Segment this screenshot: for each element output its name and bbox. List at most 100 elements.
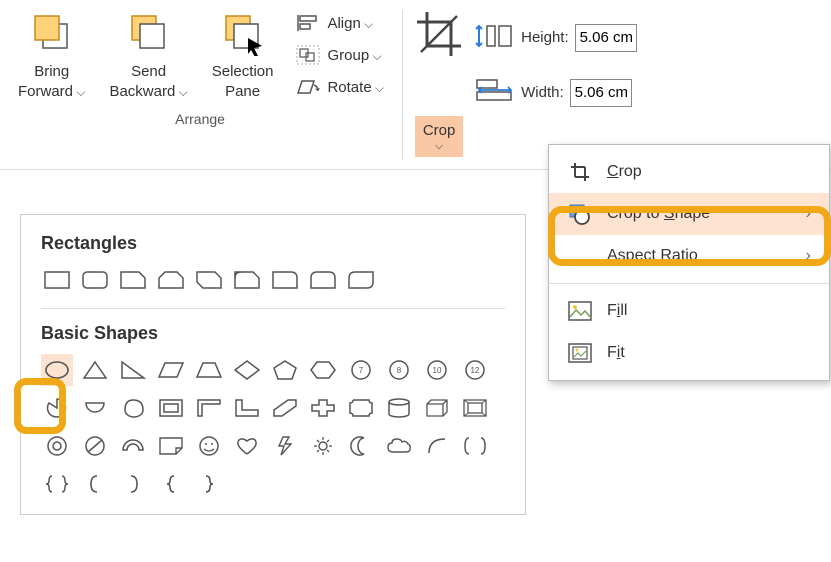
selection-pane-button[interactable]: Selection Pane <box>206 6 280 105</box>
shape-lightning-bolt[interactable] <box>269 430 301 462</box>
shape-diamond[interactable] <box>231 354 263 386</box>
shape-arc[interactable] <box>421 430 453 462</box>
menu-item-crop[interactable]: Crop <box>549 151 829 193</box>
width-label: Width: <box>521 84 564 101</box>
shape-chord[interactable] <box>79 392 111 424</box>
svg-text:8: 8 <box>397 366 402 375</box>
shape-heart[interactable] <box>231 430 263 462</box>
bring-forward-button[interactable]: Bring Forward <box>12 6 91 105</box>
send-backward-label: Send Backward <box>109 62 187 101</box>
shape-folded-corner[interactable] <box>155 430 187 462</box>
rotate-button[interactable]: Rotate <box>291 74 388 100</box>
shape-double-bracket[interactable] <box>459 430 491 462</box>
shape-can[interactable] <box>383 392 415 424</box>
shape-oval[interactable] <box>41 354 73 386</box>
shape-decagon[interactable]: 10 <box>421 354 453 386</box>
shape-rectangle[interactable] <box>41 264 73 296</box>
svg-text:12: 12 <box>471 366 480 375</box>
shape-octagon[interactable]: 8 <box>383 354 415 386</box>
shape-diagonal-stripe[interactable] <box>269 392 301 424</box>
shape-right-triangle[interactable] <box>117 354 149 386</box>
shape-rounded-rectangle[interactable] <box>79 264 111 296</box>
height-label: Height: <box>521 29 569 46</box>
shape-snip-round-single[interactable] <box>231 264 263 296</box>
send-backward-button[interactable]: Send Backward <box>103 6 193 105</box>
shape-plaque[interactable] <box>345 392 377 424</box>
crop-menu: Crop Crop to Shape › Aspect Ratio › Fill… <box>548 144 830 381</box>
shape-trapezoid[interactable] <box>193 354 225 386</box>
shape-left-brace[interactable] <box>155 468 187 500</box>
shape-block-arc[interactable] <box>117 430 149 462</box>
shape-cross[interactable] <box>307 392 339 424</box>
shape-pentagon[interactable] <box>269 354 301 386</box>
chevron-down-icon: ⌵ <box>435 140 443 153</box>
align-button[interactable]: Align <box>291 10 388 36</box>
shape-bevel[interactable] <box>459 392 491 424</box>
menu-item-crop-label: Crop <box>607 163 642 181</box>
shape-hexagon[interactable] <box>307 354 339 386</box>
shape-frame[interactable] <box>155 392 187 424</box>
shape-isoceles-triangle[interactable] <box>79 354 111 386</box>
shape-round-same-side[interactable] <box>307 264 339 296</box>
height-icon <box>473 22 515 53</box>
menu-item-fit[interactable]: Fit <box>549 332 829 374</box>
width-input[interactable] <box>570 79 632 107</box>
selection-pane-icon <box>220 10 266 56</box>
aspect-ratio-icon <box>567 245 593 267</box>
shape-parallelogram[interactable] <box>155 354 187 386</box>
shapes-gallery: Rectangles Basic Shapes 7 8 10 12 <box>20 214 526 515</box>
shape-round-single[interactable] <box>269 264 301 296</box>
submenu-arrow-icon: › <box>806 205 811 223</box>
shape-moon[interactable] <box>345 430 377 462</box>
shape-smiley-face[interactable] <box>193 430 225 462</box>
submenu-arrow-icon: › <box>806 247 811 265</box>
shape-snip-same-side[interactable] <box>155 264 187 296</box>
menu-separator <box>549 283 829 284</box>
shape-cloud[interactable] <box>383 430 415 462</box>
crop-split-button[interactable]: Crop ⌵ <box>415 116 464 157</box>
align-label: Align <box>327 15 373 32</box>
rotate-icon <box>295 76 321 98</box>
shape-snip-single[interactable] <box>117 264 149 296</box>
shape-teardrop[interactable] <box>117 392 149 424</box>
group-icon <box>295 44 321 66</box>
height-input[interactable] <box>575 24 637 52</box>
crop-to-shape-icon <box>567 203 593 225</box>
width-icon <box>473 77 515 108</box>
shape-round-diagonal[interactable] <box>345 264 377 296</box>
svg-text:10: 10 <box>433 366 442 375</box>
shape-l-shape[interactable] <box>231 392 263 424</box>
shape-no-symbol[interactable] <box>79 430 111 462</box>
crop-icon-large <box>413 8 465 60</box>
arrange-group: Bring Forward Send Backward Selection Pa… <box>8 6 392 169</box>
shape-sun[interactable] <box>307 430 339 462</box>
rectangles-heading: Rectangles <box>41 233 505 254</box>
ribbon-separator <box>402 10 403 160</box>
shape-double-brace[interactable] <box>41 468 73 500</box>
shape-half-frame[interactable] <box>193 392 225 424</box>
shape-pie[interactable] <box>41 392 73 424</box>
fit-icon <box>567 342 593 364</box>
menu-item-aspect-ratio-label: Aspect Ratio <box>607 247 698 265</box>
crop-button-label: Crop <box>423 122 456 140</box>
menu-item-crop-to-shape-label: Crop to Shape <box>607 205 710 223</box>
shape-snip-diagonal[interactable] <box>193 264 225 296</box>
menu-item-fill[interactable]: Fill <box>549 290 829 332</box>
menu-item-fit-label: Fit <box>607 344 625 362</box>
svg-text:7: 7 <box>359 366 364 375</box>
shape-right-brace[interactable] <box>193 468 225 500</box>
rotate-label: Rotate <box>327 79 384 96</box>
shape-donut[interactable] <box>41 430 73 462</box>
shape-right-bracket[interactable] <box>117 468 149 500</box>
menu-item-aspect-ratio[interactable]: Aspect Ratio › <box>549 235 829 277</box>
align-icon <box>295 12 321 34</box>
shape-left-bracket[interactable] <box>79 468 111 500</box>
basic-shapes-heading: Basic Shapes <box>41 323 505 344</box>
bring-forward-icon <box>29 10 75 56</box>
menu-item-crop-to-shape[interactable]: Crop to Shape › <box>549 193 829 235</box>
shape-dodecagon[interactable]: 12 <box>459 354 491 386</box>
group-button[interactable]: Group <box>291 42 388 68</box>
shape-cube[interactable] <box>421 392 453 424</box>
crop-icon <box>567 161 593 183</box>
shape-heptagon[interactable]: 7 <box>345 354 377 386</box>
